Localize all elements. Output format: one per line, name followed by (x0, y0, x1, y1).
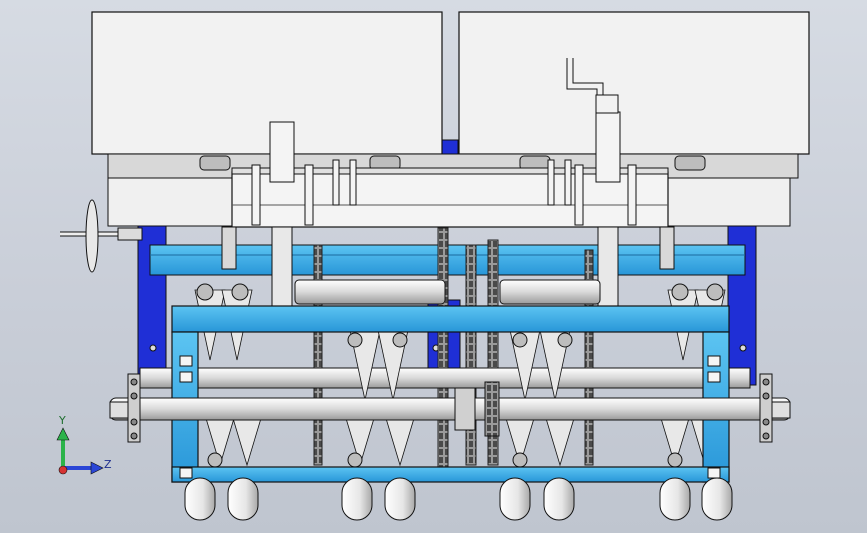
coordinate-triad: Y Z (56, 414, 112, 475)
y-axis-label: Y (58, 414, 66, 427)
cad-viewport[interactable]: Y Z (0, 0, 867, 533)
seed-hopper-right (458, 11, 810, 155)
seed-hopper-left (91, 11, 443, 155)
x-axis-dot (58, 465, 68, 475)
seeder-assembly-front-view: Y Z (56, 11, 810, 521)
z-axis-label: Z (104, 458, 112, 471)
z-axis-arrowhead (90, 461, 104, 475)
y-axis-arrowhead (56, 427, 70, 441)
press-wheels (184, 477, 733, 521)
lower-main-frame (171, 305, 730, 483)
